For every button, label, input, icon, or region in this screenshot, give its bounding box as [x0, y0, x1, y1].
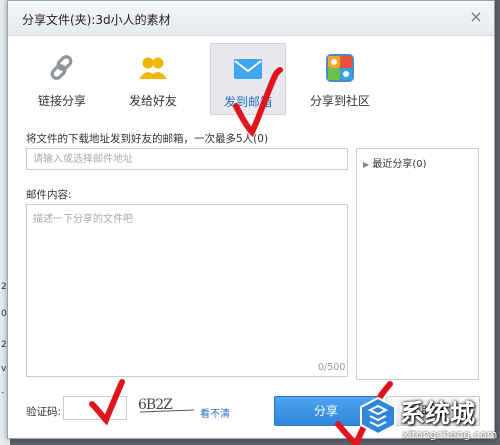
tab-send-email[interactable]: 发到邮箱 [210, 43, 286, 115]
friends-icon [139, 57, 167, 79]
captcha-noise-line [139, 409, 195, 413]
bg-char: 2 [1, 282, 7, 292]
email-input[interactable] [26, 148, 348, 170]
captcha-image: 6B2Z [138, 397, 195, 419]
tab-link-share[interactable]: 链接分享 [25, 43, 99, 113]
recent-share-label: 最近分享(0) [372, 159, 427, 170]
tab-label: 链接分享 [37, 94, 86, 108]
caret-right-icon: ▶ [363, 160, 370, 169]
community-icon [326, 54, 354, 82]
captcha-label: 验证码: [26, 406, 62, 418]
bg-char: 0 [1, 309, 7, 319]
captcha-input[interactable] [63, 396, 127, 420]
watermark-site: xitongcheng.com [402, 428, 498, 441]
close-icon[interactable]: × [468, 9, 484, 25]
watermark-brand: 系统城 [400, 399, 476, 428]
bg-char: v [1, 364, 7, 374]
captcha-refresh-link[interactable]: 看不清 [200, 405, 230, 420]
mail-content-textarea[interactable] [26, 204, 348, 377]
tab-label: 发给好友 [128, 94, 177, 108]
share-dialog: 分享文件(夹):3d小人的素材 × 链接分享 发给好友 发到邮箱 分享到社区 将… [7, 0, 495, 439]
bg-char: - [1, 388, 5, 398]
tab-label: 发到邮箱 [223, 95, 272, 109]
dialog-title: 分享文件(夹):3d小人的素材 [22, 13, 171, 27]
watermark-logo-icon [360, 396, 396, 436]
bg-char: 2 [1, 340, 7, 350]
recent-share-panel: ▶ 最近分享(0) [356, 148, 479, 380]
mail-icon [234, 59, 262, 79]
tab-share-community[interactable]: 分享到社区 [303, 43, 377, 113]
title-bar: 分享文件(夹):3d小人的素材 × [8, 1, 494, 36]
link-icon [50, 55, 73, 80]
mail-content-label: 邮件内容: [26, 189, 72, 201]
recent-share-toggle[interactable]: ▶ 最近分享(0) [363, 155, 427, 170]
tab-label: 分享到社区 [309, 94, 370, 108]
tab-send-friends[interactable]: 发给好友 [116, 43, 190, 113]
watermark: 系统城 xitongcheng.com [358, 392, 500, 445]
email-hint: 将文件的下载地址发到好友的邮箱，一次最多5人(0) [26, 133, 269, 145]
char-counter: 0/500 [318, 362, 346, 373]
